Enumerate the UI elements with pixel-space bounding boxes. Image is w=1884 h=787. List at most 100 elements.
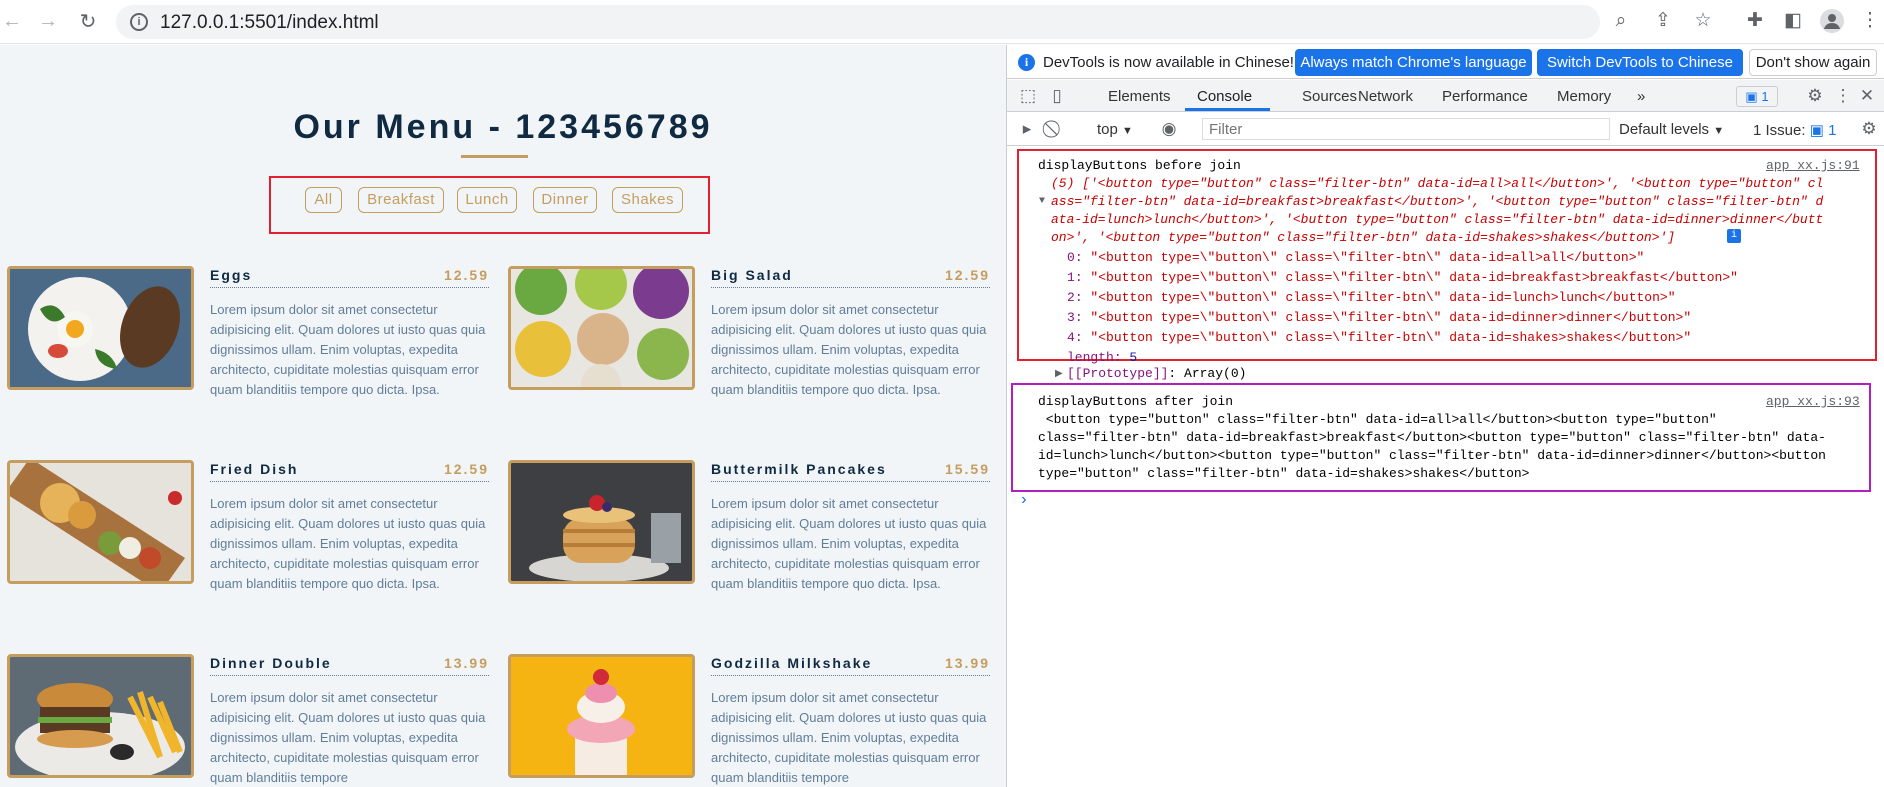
language-banner: i DevTools is now available in Chinese! … [1007, 45, 1884, 79]
share-icon[interactable]: ⇪ [1651, 9, 1675, 33]
menu-item-divider [711, 481, 990, 482]
info-icon: i [1018, 54, 1035, 71]
menu-item-photo-fried-dish [7, 460, 194, 584]
menu-item-description: Lorem ipsum dolor sit amet consectetur a… [711, 496, 987, 591]
info-icon[interactable]: i [1727, 229, 1741, 243]
tab-console[interactable]: Console [1197, 88, 1252, 105]
log-label: displayButtons before join [1038, 158, 1241, 173]
menu-item-name: Big Salad [711, 267, 793, 283]
menu-item-name: Godzilla Milkshake [711, 655, 873, 671]
menu-item-price: 15.59 [944, 461, 990, 477]
menu-item-name: Buttermilk Pancakes [711, 461, 887, 477]
log-output-line: <button type="button" class="filter-btn"… [1038, 412, 1717, 427]
log-levels-value: Default levels [1619, 121, 1710, 138]
log-output-line: type="button" class="filter-btn" data-id… [1038, 466, 1530, 481]
puzzle-icon[interactable]: ✚ [1743, 9, 1767, 33]
message-icon: ▣ [1745, 89, 1762, 104]
sidebar-toggle-icon[interactable]: ▸ [1017, 119, 1037, 139]
menu-item-name: Dinner Double [210, 655, 332, 671]
info-icon[interactable]: i [130, 13, 148, 31]
console-filter-input[interactable] [1202, 118, 1610, 140]
clear-console-icon[interactable]: ⃠ [1045, 119, 1065, 139]
issues-label: 1 Issue: [1753, 122, 1806, 139]
kebab-menu-icon[interactable]: ⋮ [1833, 86, 1853, 106]
page-title: Our Menu - 123456789 [293, 108, 713, 146]
log-source-link[interactable]: app_xx.js:93 [1766, 393, 1860, 411]
tab-memory[interactable]: Memory [1557, 88, 1611, 105]
forward-icon[interactable]: → [36, 9, 60, 33]
eye-icon[interactable]: ◉ [1159, 119, 1179, 139]
collapse-triangle-icon[interactable]: ▶ [1055, 366, 1063, 384]
menu-item-description: Lorem ipsum dolor sit amet consectetur a… [210, 302, 486, 397]
menu-item-description: Lorem ipsum dolor sit amet consectetur a… [711, 690, 987, 785]
array-entry: 2: "<button type=\"button\" class=\"filt… [1067, 290, 1676, 305]
array-entry: 4: "<button type=\"button\" class=\"filt… [1067, 330, 1692, 345]
menu-item-divider [210, 481, 489, 482]
active-tab-indicator [1185, 108, 1270, 111]
array-prototype[interactable]: [[Prototype]]: Array(0) [1067, 365, 1246, 383]
expand-triangle-icon[interactable]: ▼ [1039, 193, 1045, 211]
filter-button-lunch[interactable]: Lunch [457, 187, 517, 213]
dont-show-again-button[interactable]: Don't show again [1749, 49, 1877, 76]
tab-performance[interactable]: Performance [1442, 88, 1528, 105]
log-source-link[interactable]: app_xx.js:91 [1766, 157, 1860, 175]
menu-item: Godzilla Milkshake 13.99 Lorem ipsum dol… [508, 654, 998, 787]
banner-message: DevTools is now available in Chinese! [1043, 54, 1294, 71]
kebab-menu-icon[interactable]: ⋮ [1858, 9, 1882, 33]
menu-item: Dinner Double 13.99 Lorem ipsum dolor si… [7, 654, 497, 787]
menu-item: Fried Dish 12.59 Lorem ipsum dolor sit a… [7, 460, 497, 620]
console-output: displayButtons before join app_xx.js:91 … [1007, 147, 1884, 787]
reload-icon[interactable]: ↻ [76, 9, 100, 33]
address-bar[interactable]: i 127.0.0.1:5501/index.html [116, 5, 1600, 39]
console-prompt-icon[interactable]: › [1019, 491, 1029, 509]
devtools-tab-bar: ⬚ ▯ Elements Console Sources Network Per… [1007, 80, 1884, 112]
filter-button-breakfast[interactable]: Breakfast [358, 187, 444, 213]
switch-to-chinese-button[interactable]: Switch DevTools to Chinese [1537, 49, 1743, 76]
menu-item-divider [711, 287, 990, 288]
array-summary-line: ass="filter-btn" data-id=breakfast>break… [1051, 194, 1824, 209]
menu-item: Buttermilk Pancakes 15.59 Lorem ipsum do… [508, 460, 998, 620]
menu-item-price: 13.99 [443, 655, 489, 671]
filter-button-shakes[interactable]: Shakes [612, 187, 683, 213]
gear-icon[interactable]: ⚙ [1805, 86, 1825, 106]
filter-button-dinner[interactable]: Dinner [533, 187, 597, 213]
menu-item-divider [711, 675, 990, 676]
menu-item-divider [210, 675, 489, 676]
tab-sources[interactable]: Sources [1302, 88, 1357, 105]
gear-icon[interactable]: ⚙ [1859, 119, 1879, 139]
menu-item-divider [210, 287, 489, 288]
context-selector[interactable]: top ▼ [1097, 121, 1133, 138]
side-panel-icon[interactable]: ◧ [1781, 9, 1805, 33]
menu-item-price: 13.99 [944, 655, 990, 671]
issues-counter[interactable]: ▣ 1 [1736, 86, 1778, 107]
menu-item-photo-big-salad [508, 266, 695, 390]
menu-item-price: 12.59 [944, 267, 990, 283]
devtools-panel: i DevTools is now available in Chinese! … [1006, 45, 1884, 787]
array-entry: 1: "<button type=\"button\" class=\"filt… [1067, 270, 1738, 285]
inspect-element-icon[interactable]: ⬚ [1018, 86, 1038, 106]
tab-elements[interactable]: Elements [1108, 88, 1171, 105]
close-icon[interactable]: ✕ [1857, 86, 1877, 106]
star-icon[interactable]: ☆ [1691, 9, 1715, 33]
zoom-icon[interactable]: ⌕ [1609, 9, 1633, 33]
more-tabs-chevron-icon[interactable]: » [1637, 88, 1645, 105]
issues-link[interactable]: 1 Issue: ▣ 1 [1753, 121, 1836, 139]
chevron-down-icon: ▼ [1713, 125, 1725, 137]
always-match-language-button[interactable]: Always match Chrome's language [1295, 49, 1532, 76]
device-toolbar-icon[interactable]: ▯ [1047, 86, 1067, 106]
back-icon[interactable]: ← [0, 9, 24, 33]
menu-item-name: Eggs [210, 267, 253, 283]
array-summary-line: (5) ['<button type="button" class="filte… [1051, 176, 1824, 191]
filter-button-all[interactable]: All [305, 187, 342, 213]
menu-item-description: Lorem ipsum dolor sit amet consectetur a… [711, 302, 987, 397]
console-toolbar: ▸ ⃠ top ▼ ◉ Default levels ▼ 1 Issue: ▣ … [1007, 113, 1884, 146]
array-summary-line: ata-id=lunch>lunch</button>', '<button t… [1051, 212, 1824, 227]
log-levels-dropdown[interactable]: Default levels ▼ [1619, 121, 1724, 138]
tab-network[interactable]: Network [1358, 88, 1413, 105]
menu-item-price: 12.59 [443, 267, 489, 283]
menu-page: Our Menu - 123456789 All Breakfast Lunch… [0, 45, 1006, 787]
avatar-icon[interactable] [1820, 9, 1844, 33]
url-text[interactable]: 127.0.0.1:5501/index.html [160, 12, 379, 34]
menu-item-photo-dinner-double [7, 654, 194, 778]
menu-item: Big Salad 12.59 Lorem ipsum dolor sit am… [508, 266, 998, 426]
